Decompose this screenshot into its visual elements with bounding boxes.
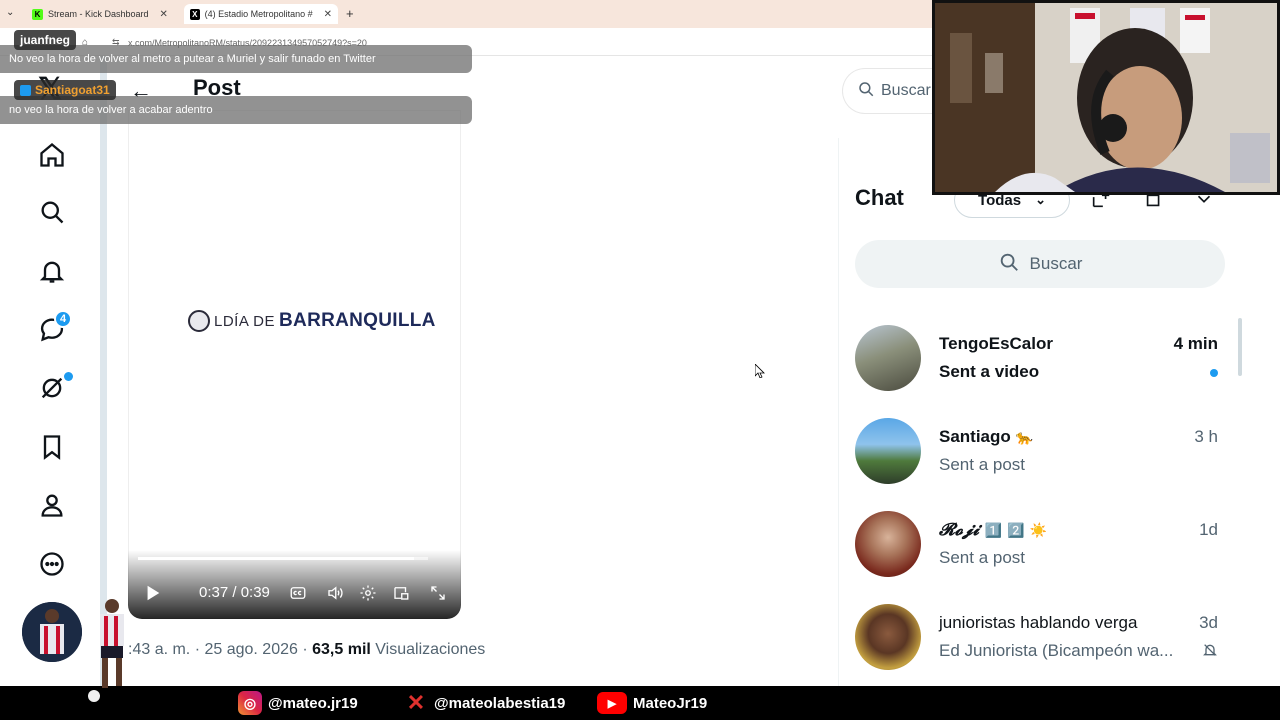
messages-badge: 4 <box>54 310 72 328</box>
avatar <box>855 511 921 577</box>
stream-chat-text: no veo la hora de volver a acabar adentr… <box>9 104 213 116</box>
video-time: 0:37 / 0:39 <box>199 584 270 601</box>
conversation-name: 𝓡𝓸𝓳𝓲 1️⃣ 2️⃣ ☀️ <box>939 520 1047 540</box>
play-icon[interactable] <box>141 582 163 604</box>
conversation-preview: Sent a post <box>939 455 1026 474</box>
home-icon[interactable] <box>36 139 68 171</box>
conversation-item[interactable]: Santiago 🐆 3 h Sent a post <box>855 418 1225 498</box>
views-label: Visualizaciones <box>375 641 486 658</box>
search-icon <box>857 80 875 103</box>
conversation-name: TengoEsCalor <box>939 334 1053 353</box>
chat-search-input[interactable]: Buscar <box>855 240 1225 288</box>
user-badge-icon <box>20 84 31 96</box>
post-metadata: :43 a. m. · 25 ago. 2026 · 63,5 mil Visu… <box>128 641 485 659</box>
streamer-avatar <box>22 602 82 662</box>
social-x: ✕ @mateolabestia19 <box>404 690 566 715</box>
emoji-badges: 1️⃣ 2️⃣ ☀️ <box>984 523 1047 539</box>
tab-list-chevron-icon[interactable]: ⌄ <box>6 7 14 18</box>
kick-icon: K <box>32 8 43 20</box>
notifications-bell-icon[interactable] <box>36 255 68 287</box>
muted-bell-icon <box>1202 642 1218 663</box>
captions-icon[interactable] <box>287 582 309 604</box>
grok-notification-dot <box>64 372 73 381</box>
tab-x-post[interactable]: X (4) Estadio Metropolitano #Sup ✕ <box>184 4 338 24</box>
tab-kick-dashboard[interactable]: K Stream - Kick Dashboard ✕ <box>26 4 180 24</box>
profile-icon[interactable] <box>36 489 68 521</box>
conversation-item[interactable]: junioristas hablando verga 3d Ed Juniori… <box>855 604 1225 684</box>
x-logo-icon: X <box>190 8 200 20</box>
conversation-time: 4 min <box>1173 334 1218 353</box>
conversation-time: 1d <box>1199 520 1218 539</box>
instagram-icon: ◎ <box>238 691 262 715</box>
post-timestamp[interactable]: :43 a. m. · 25 ago. 2026 · <box>128 641 308 658</box>
logo-main-text: BARRANQUILLA <box>279 310 436 331</box>
stream-chat-username: juanfneg <box>14 30 76 50</box>
tab-title: (4) Estadio Metropolitano #Sup <box>204 9 313 19</box>
unread-dot <box>1210 369 1218 377</box>
volume-icon[interactable] <box>324 582 346 604</box>
avatar <box>855 604 921 670</box>
x-logo-icon: ✕ <box>406 690 426 715</box>
conversation-item[interactable]: TengoEsCalor 4 min Sent a video <box>855 325 1225 405</box>
views-count: 63,5 mil <box>312 641 371 658</box>
conversation-item[interactable]: 𝓡𝓸𝓳𝓲 1️⃣ 2️⃣ ☀️ 1d Sent a post <box>855 511 1225 591</box>
alcaldia-logo: LDÍA DE BARRANQUILLA <box>188 310 436 332</box>
stream-chat-username: Santiagoat31 <box>14 80 116 100</box>
search-icon[interactable] <box>36 196 68 228</box>
social-instagram: ◎ @mateo.jr19 <box>238 691 358 715</box>
leopard-emoji: 🐆 <box>1015 429 1033 445</box>
conversation-time: 3d <box>1199 613 1218 632</box>
stream-chat-text: No veo la hora de volver al metro a pute… <box>9 53 376 65</box>
search-icon <box>998 251 1020 278</box>
social-youtube: ▶ MateoJr19 <box>597 691 707 715</box>
player-figure-overlay <box>84 596 144 711</box>
avatar <box>855 418 921 484</box>
conversation-preview: Ed Juniorista (Bicampeón wa... <box>939 641 1174 660</box>
chat-title: Chat <box>855 185 904 210</box>
seal-icon <box>188 310 210 332</box>
sidebar-divider <box>100 56 107 686</box>
video-player[interactable] <box>128 110 461 619</box>
logo-prefix: LDÍA DE <box>214 312 276 330</box>
conversation-name: Santiago 🐆 <box>939 427 1033 446</box>
conversation-preview: Sent a video <box>939 362 1040 381</box>
conversation-time: 3 h <box>1194 427 1218 446</box>
video-progress-fill <box>138 557 414 560</box>
tab-title: Stream - Kick Dashboard <box>48 9 149 19</box>
avatar <box>855 325 921 391</box>
mouse-cursor-icon <box>754 363 765 383</box>
chat-search-placeholder: Buscar <box>1029 254 1083 273</box>
youtube-icon: ▶ <box>597 692 627 714</box>
settings-gear-icon[interactable] <box>357 582 379 604</box>
search-placeholder: Buscar <box>881 82 931 99</box>
webcam-overlay <box>932 0 1280 195</box>
more-options-icon[interactable] <box>36 548 68 580</box>
close-tab-icon[interactable]: ✕ <box>324 9 332 20</box>
chat-scrollbar[interactable] <box>1238 318 1242 376</box>
fullscreen-icon[interactable] <box>427 582 449 604</box>
new-tab-icon[interactable]: + <box>346 6 354 21</box>
close-tab-icon[interactable]: ✕ <box>160 9 168 20</box>
pip-icon[interactable] <box>390 582 412 604</box>
conversation-preview: Sent a post <box>939 548 1026 567</box>
conversation-name: junioristas hablando verga <box>939 613 1138 632</box>
search-input[interactable]: Buscar <box>842 68 942 114</box>
bookmarks-icon[interactable] <box>36 431 68 463</box>
